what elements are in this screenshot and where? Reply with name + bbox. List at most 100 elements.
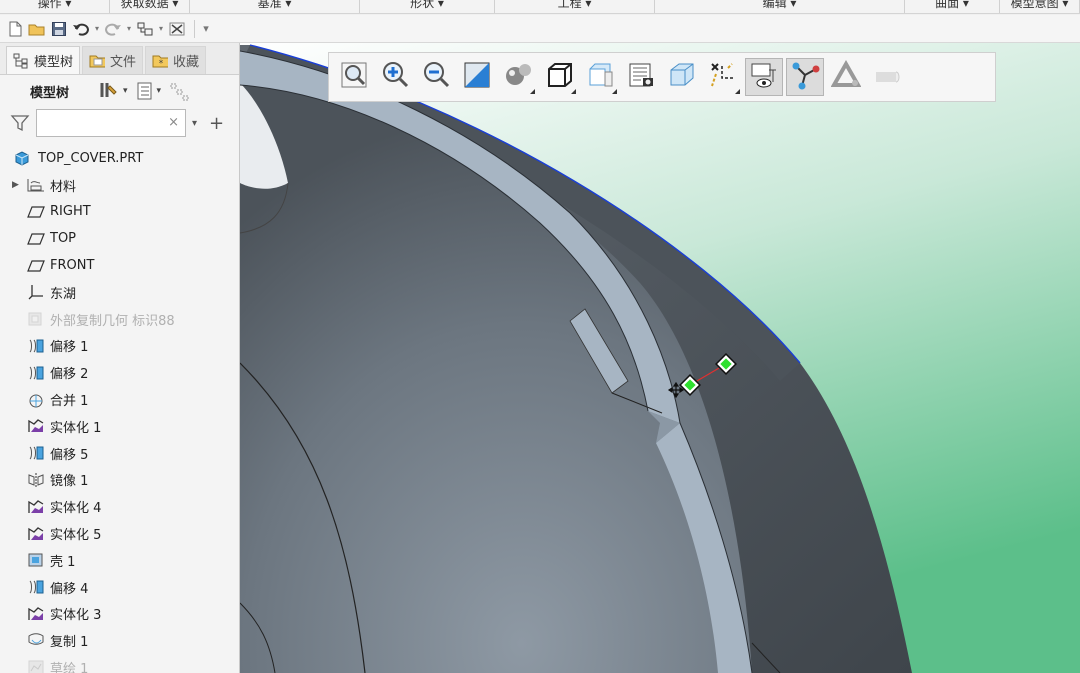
tab-model-tree[interactable]: 模型树 — [6, 46, 81, 74]
display-style-button[interactable] — [499, 58, 537, 96]
tab-label: 收藏 — [173, 55, 200, 70]
tree-display-button[interactable]: ▾ — [136, 81, 161, 101]
offset-icon — [26, 364, 46, 382]
tree-item[interactable]: 实体化 4 — [0, 493, 239, 520]
toolbar-separator — [194, 19, 195, 38]
customize-icon[interactable]: ▾ — [201, 22, 211, 35]
view-manager-button[interactable] — [581, 58, 619, 96]
expand-arrow-icon[interactable]: ▶ — [12, 180, 26, 190]
tree-item[interactable]: 实体化 1 — [0, 413, 239, 440]
new-file-icon[interactable] — [4, 18, 26, 40]
tree-settings-button[interactable]: ▾ — [98, 81, 128, 101]
tree-item-label: 复制 1 — [50, 635, 89, 651]
offset-icon — [26, 337, 46, 355]
tree-item[interactable]: TOP — [0, 225, 239, 252]
add-filter-icon[interactable]: + — [209, 113, 224, 134]
ribbon-group-3[interactable]: 形状 ▾ — [360, 0, 495, 13]
redo-dropdown-icon[interactable]: ▾ — [124, 24, 134, 33]
solidify-icon — [26, 605, 46, 623]
saved-orientations-button[interactable] — [540, 58, 578, 96]
geometry-checks-icon — [830, 59, 862, 94]
folder-icon — [89, 53, 106, 69]
dropdown-corner-icon — [530, 89, 535, 94]
tree-item-label: 东湖 — [50, 286, 77, 302]
tree-item-label: RIGHT — [50, 204, 91, 220]
display-style-icon — [503, 60, 533, 94]
tab-folder[interactable]: 文件 — [82, 46, 144, 74]
ribbon-group-5[interactable]: 编辑 ▾ — [655, 0, 905, 13]
tree-item[interactable]: 复制 1 — [0, 627, 239, 654]
ribbon-group-6[interactable]: 曲面 ▾ — [905, 0, 1000, 13]
tree-item[interactable]: 实体化 5 — [0, 520, 239, 547]
annotation-display-button[interactable] — [745, 58, 783, 96]
zoom-in-button[interactable] — [376, 58, 414, 96]
ribbon-group-7[interactable]: 模型意图 ▾ — [1000, 0, 1080, 13]
annotation-display-icon — [749, 60, 779, 94]
tree-item[interactable]: 偏移 4 — [0, 574, 239, 601]
tree-item[interactable]: FRONT — [0, 252, 239, 279]
open-folder-icon[interactable] — [26, 18, 48, 40]
tree-item[interactable]: TOP_COVER.PRT — [0, 145, 239, 172]
tab-label: 文件 — [110, 55, 137, 70]
tab-favorites[interactable]: * 收藏 — [145, 46, 207, 74]
regenerate-dropdown-icon[interactable]: ▾ — [156, 24, 166, 33]
ribbon-group-1[interactable]: 获取数据 ▾ — [110, 0, 190, 13]
spin-center-button[interactable] — [786, 58, 824, 96]
filter-dropdown-icon[interactable]: ▾ — [192, 118, 197, 129]
windows-icon[interactable] — [166, 18, 188, 40]
tree-item[interactable]: ▶ 材料 — [0, 172, 239, 199]
tree-item[interactable]: 偏移 1 — [0, 333, 239, 360]
ribbon-group-4[interactable]: 工程 ▾ — [495, 0, 655, 13]
tree-item[interactable]: RIGHT — [0, 199, 239, 226]
graphics-window[interactable] — [240, 43, 1080, 673]
tree-item-label: 草绘 1 — [50, 662, 89, 673]
application-window: 操作 ▾ 获取数据 ▾ 基准 ▾ 形状 ▾ 工程 ▾ 编辑 ▾ 曲面 ▾ 模型意图 ▾ ▾ ▾… — [0, 0, 1080, 673]
regenerate-icon[interactable] — [134, 18, 156, 40]
tree-filter-options-button[interactable] — [169, 81, 193, 101]
tree-item-label: 偏移 1 — [50, 340, 89, 356]
clear-search-icon[interactable]: × — [168, 115, 179, 130]
tree-item[interactable]: 壳 1 — [0, 547, 239, 574]
repaint-icon — [462, 60, 492, 94]
ribbon-group-2[interactable]: 基准 ▾ — [190, 0, 360, 13]
model-viewport[interactable] — [240, 43, 1080, 673]
solidify-icon — [26, 498, 46, 516]
filter-funnel-icon[interactable] — [10, 113, 30, 133]
appearance-button[interactable] — [868, 58, 906, 96]
save-icon[interactable] — [48, 18, 70, 40]
datum-display-filters-button[interactable] — [704, 58, 742, 96]
svg-text:*: * — [159, 59, 164, 69]
tree-item[interactable]: 实体化 3 — [0, 601, 239, 628]
tree-item[interactable]: 草绘 1 — [0, 654, 239, 673]
tree-item-label: 实体化 5 — [50, 528, 102, 544]
dropdown-corner-icon — [612, 89, 617, 94]
tree-item[interactable]: 合并 1 — [0, 386, 239, 413]
tree-search-input[interactable] — [41, 111, 171, 135]
tree-item[interactable]: 外部复制几何 标识88 — [0, 306, 239, 333]
refit-button[interactable] — [335, 58, 373, 96]
repaint-button[interactable] — [458, 58, 496, 96]
perspective-view-button[interactable] — [622, 58, 660, 96]
zoom-out-button[interactable] — [417, 58, 455, 96]
tree-filter-row: × ▾ + — [0, 107, 239, 139]
mirror-icon — [26, 471, 46, 489]
tree-item[interactable]: 东湖 — [0, 279, 239, 306]
redo-icon[interactable] — [102, 18, 124, 40]
tree-item-label: 实体化 4 — [50, 501, 102, 517]
tree-item[interactable]: 偏移 5 — [0, 440, 239, 467]
datum-display-icon — [708, 60, 738, 94]
undo-dropdown-icon[interactable]: ▾ — [92, 24, 102, 33]
datum-plane-icon — [26, 203, 46, 221]
undo-icon[interactable] — [70, 18, 92, 40]
tree-item[interactable]: 镜像 1 — [0, 467, 239, 494]
geometry-checks-button[interactable] — [827, 58, 865, 96]
favorites-icon: * — [152, 53, 169, 69]
tree-display-icon — [137, 82, 152, 100]
tree-item-label: TOP — [50, 231, 77, 247]
tree-item[interactable]: 偏移 2 — [0, 359, 239, 386]
tree-item-label: 实体化 1 — [50, 420, 102, 436]
ribbon-group-bar: 操作 ▾ 获取数据 ▾ 基准 ▾ 形状 ▾ 工程 ▾ 编辑 ▾ 曲面 ▾ 模型意图 ▾ — [0, 0, 1080, 14]
external-copy-geometry-icon — [26, 310, 46, 328]
ribbon-group-0[interactable]: 操作 ▾ — [0, 0, 110, 13]
section-button[interactable] — [663, 58, 701, 96]
